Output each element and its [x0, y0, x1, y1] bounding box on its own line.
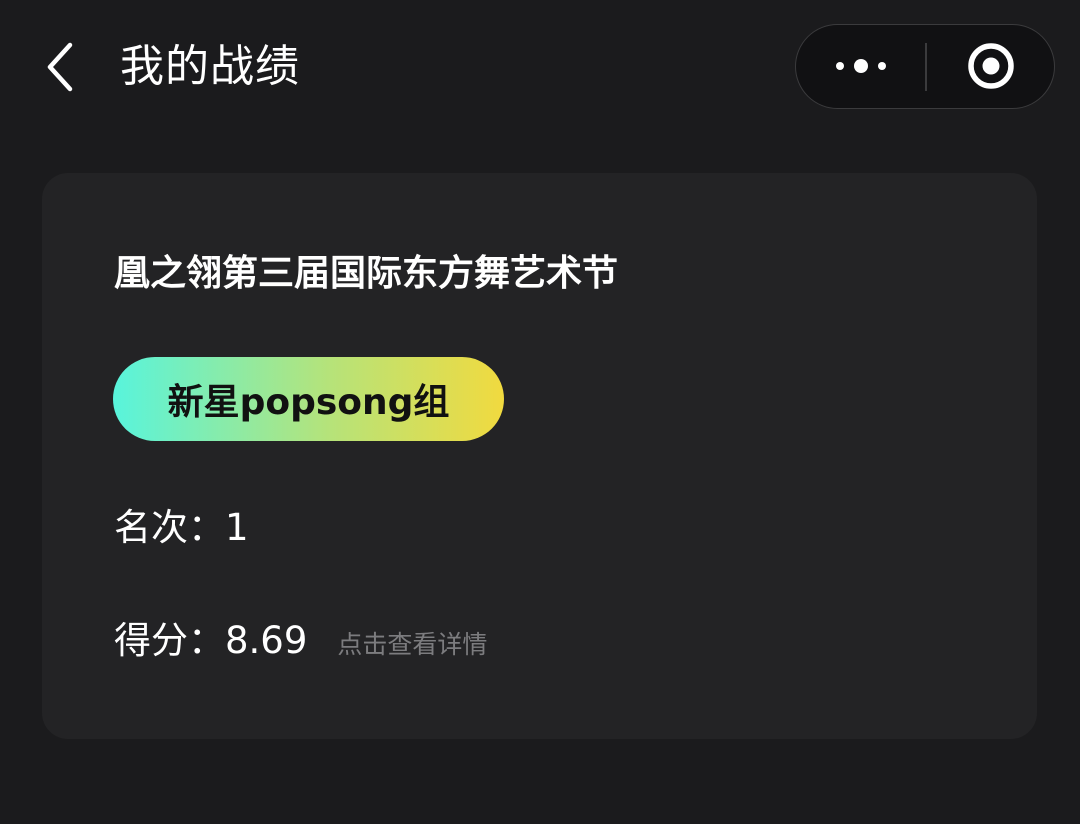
score-label: 得分： [114, 619, 225, 662]
score-value: 8.69 [225, 619, 308, 662]
group-tag[interactable]: 新星popsong组 [113, 357, 504, 441]
navigation-bar: 我的战绩 [0, 0, 1080, 134]
rank-row: 名次：1 [114, 503, 249, 553]
mini-program-capsule [795, 24, 1055, 109]
score-row: 得分： 8.69 点击查看详情 [114, 616, 487, 670]
more-dots-icon [835, 59, 886, 73]
target-circle-icon [967, 43, 1014, 89]
back-button[interactable] [30, 36, 90, 98]
rank-value: 1 [225, 506, 249, 549]
page-title: 我的战绩 [120, 41, 300, 92]
chevron-left-icon [47, 42, 73, 92]
view-details-link[interactable]: 点击查看详情 [337, 620, 487, 670]
record-card: 凰之翎第三届国际东方舞艺术节 新星popsong组 名次：1 得分： 8.69 点… [42, 173, 1037, 739]
more-button[interactable] [796, 25, 925, 107]
rank-label: 名次： [114, 506, 225, 549]
event-title: 凰之翎第三届国际东方舞艺术节 [114, 253, 619, 294]
close-mini-program-button[interactable] [927, 25, 1054, 107]
